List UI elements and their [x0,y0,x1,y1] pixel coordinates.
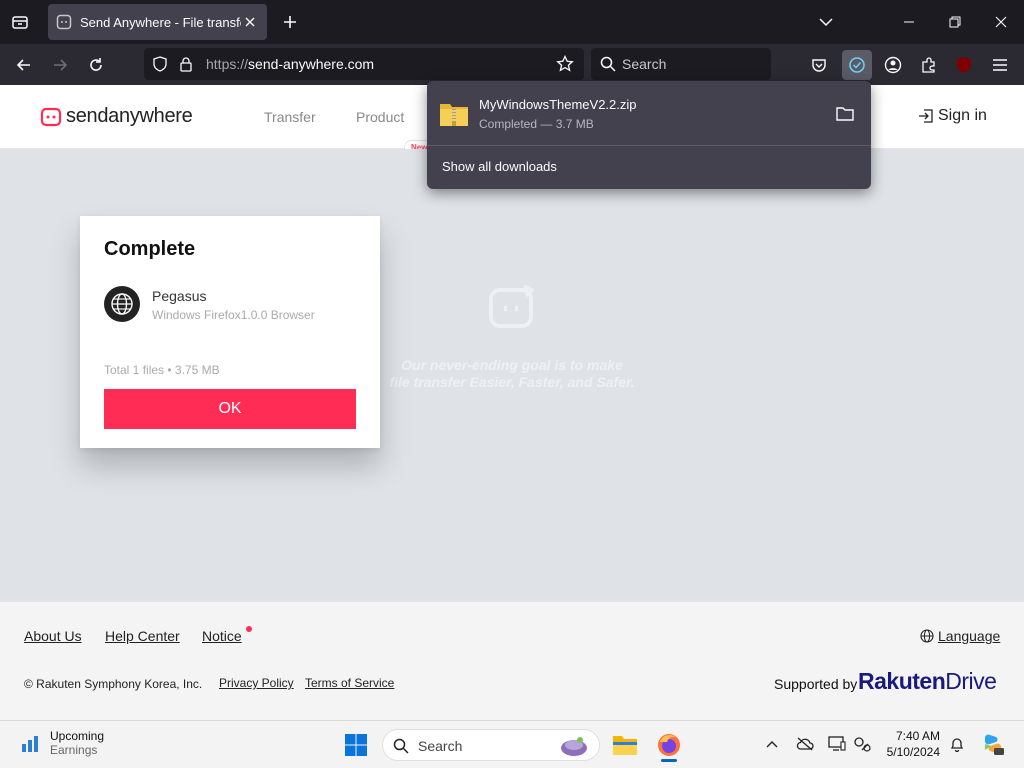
menu-product[interactable]: Product [356,109,404,125]
copyright: © Rakuten Symphony Korea, Inc. [24,677,203,691]
language-label: Language [938,628,1001,644]
terms-link[interactable]: Terms of Service [305,676,394,690]
extensions-icon[interactable] [916,52,942,78]
pocket-icon[interactable] [806,52,832,78]
widgets-button[interactable]: Upcoming Earnings [20,729,104,757]
search-highlight-icon [561,737,587,756]
footer-notice[interactable]: Notice [202,628,242,644]
browser-tab-bar: Send Anywhere - File transfer [0,0,1024,44]
active-app-indicator [661,759,677,762]
notice-dot [246,626,252,632]
slogan-line-1: Our never-ending goal is to make [401,357,623,373]
clock-date: 5/10/2024 [886,745,940,759]
language-selector[interactable]: Language [920,628,1000,644]
download-file-name: MyWindowsThemeV2.2.zip [479,97,637,112]
site-footer: About Us Help Center Notice Language © R… [0,602,1024,720]
globe-icon [920,629,934,643]
new-tab-icon[interactable] [278,10,302,34]
search-icon [600,56,616,72]
file-explorer-icon[interactable] [609,729,641,761]
supported-by-label: Supported by [774,676,858,692]
shield-icon[interactable] [152,56,168,72]
url-host: send-anywhere.com [248,56,375,72]
download-status: Completed — 3.7 MB [479,117,594,131]
dialog-title: Complete [104,238,196,260]
search-placeholder: Search [622,56,667,72]
footer-about-us[interactable]: About Us [24,628,82,644]
show-all-downloads[interactable]: Show all downloads [442,159,557,174]
minimize-icon[interactable] [897,10,921,34]
ok-button[interactable]: OK [104,389,356,429]
chevron-up-icon[interactable] [762,734,782,754]
tab-title: Send Anywhere - File transfer [80,14,241,30]
chevron-down-icon[interactable] [814,10,838,34]
downloads-icon[interactable] [842,50,872,80]
transfer-complete-dialog: Complete Pegasus Windows Firefox1.0.0 Br… [80,216,380,448]
watermark-logo-icon [489,284,535,328]
send-anywhere-logo[interactable]: sendanywhere [40,105,193,128]
rakuten-text: Rakuten [858,668,946,694]
clock-time: 7:40 AM [895,729,940,743]
restore-icon[interactable] [943,10,967,34]
menu-transfer[interactable]: Transfer [264,109,316,125]
widget-subtitle: Earnings [50,743,98,757]
search-bar[interactable]: Search [591,48,771,80]
zip-folder-icon [440,104,468,126]
slogan: Our never-ending goal is to make file tr… [330,357,694,391]
taskbar-search-placeholder: Search [418,738,463,754]
url-text[interactable]: https://send-anywhere.com [206,56,374,72]
copilot-icon[interactable] [981,732,1005,756]
device-name: Pegasus [152,288,207,304]
network-icon[interactable] [852,734,872,754]
notification-bell-icon[interactable] [947,734,967,754]
account-icon[interactable] [880,52,906,78]
back-icon[interactable] [11,52,37,78]
sign-in-button[interactable]: Sign in [918,107,987,125]
tab-list-icon[interactable] [8,10,32,34]
sign-in-icon [919,109,933,123]
bookmark-star-icon[interactable] [556,55,574,73]
close-tab-icon[interactable] [241,13,259,31]
system-clock[interactable]: 7:40 AM 5/10/2024 [880,728,940,760]
download-item[interactable]: MyWindowsThemeV2.2.zip Completed — 3.7 M… [427,81,871,145]
transfer-total: Total 1 files • 3.75 MB [104,363,220,377]
slogan-line-2: file transfer Easier, Faster, and Safer. [389,374,635,390]
url-bar[interactable]: https://send-anywhere.com [144,48,584,80]
downloads-panel: MyWindowsThemeV2.2.zip Completed — 3.7 M… [427,81,871,189]
footer-help-center[interactable]: Help Center [105,628,180,644]
url-protocol: https:// [206,56,249,72]
reload-icon[interactable] [83,52,109,78]
navigation-toolbar: https://send-anywhere.com Search 12 [0,44,1024,107]
cloud-offline-icon[interactable] [795,734,815,754]
monitor-icon[interactable] [827,734,847,754]
logo-mark-icon [40,107,62,126]
forward-icon[interactable] [47,52,73,78]
windows-start-icon[interactable] [344,733,368,757]
open-folder-icon[interactable] [835,105,855,123]
close-window-icon[interactable] [989,10,1013,34]
sign-in-label: Sign in [938,107,987,124]
divider [427,145,871,146]
active-tab[interactable]: Send Anywhere - File transfer [48,4,267,40]
widget-title: Upcoming [50,729,105,743]
globe-icon [104,286,140,322]
device-subtitle: Windows Firefox1.0.0 Browser [152,308,315,322]
logo-text: sendanywhere [66,105,193,127]
privacy-policy-link[interactable]: Privacy Policy [219,676,294,690]
rakuten-drive-logo[interactable]: RakutenDrive [858,668,997,695]
send-anywhere-favicon [56,14,72,30]
menu-icon[interactable] [987,52,1013,78]
taskbar-search[interactable]: Search [382,729,600,761]
ublock-icon[interactable] [951,52,977,78]
firefox-icon[interactable] [653,729,685,761]
lock-icon[interactable] [179,56,193,72]
drive-text: Drive [945,668,997,694]
search-icon [393,738,409,754]
stocks-chart-icon [22,736,38,752]
